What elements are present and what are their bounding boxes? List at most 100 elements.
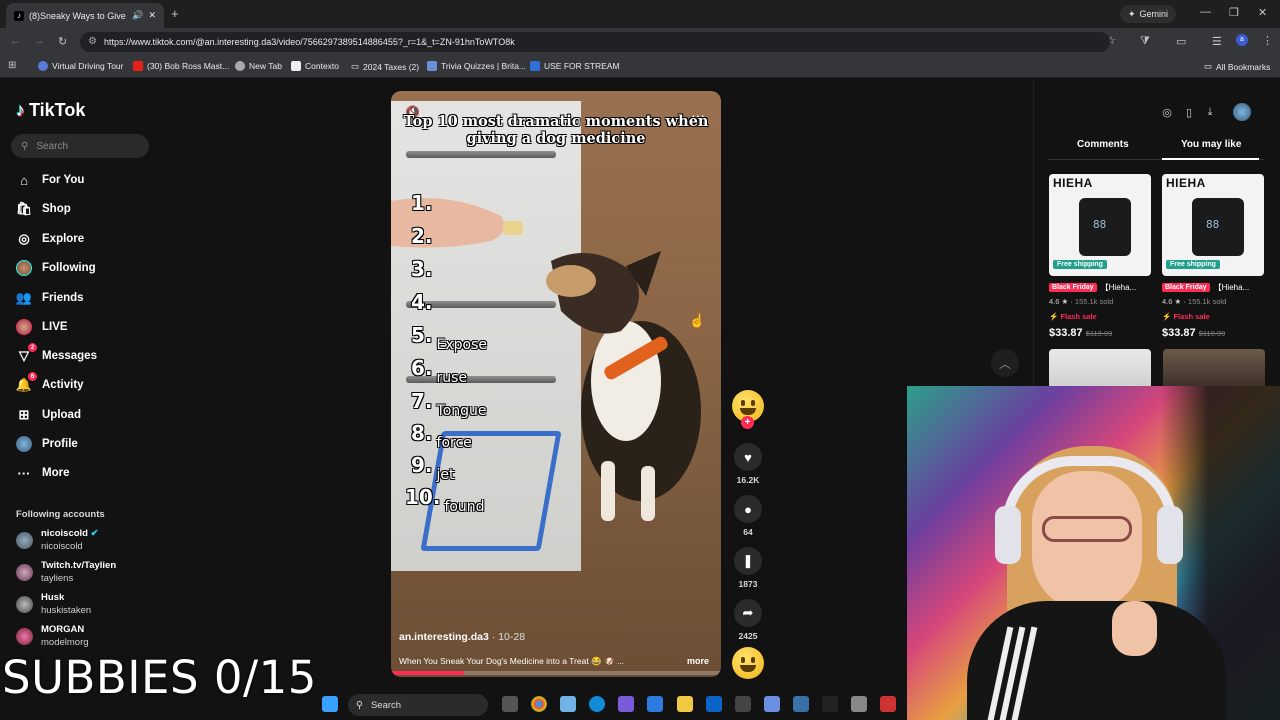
avatar: [16, 628, 33, 645]
explore-icon[interactable]: ◎: [1158, 103, 1176, 121]
profile-avatar-icon[interactable]: a: [1236, 34, 1248, 46]
tab-you-may-like[interactable]: You may like: [1181, 139, 1241, 150]
profile-icon: [16, 436, 32, 452]
product-card[interactable]: HIEHA Free shipping Black Friday【Hieha..…: [1162, 174, 1264, 339]
sound-disc-icon[interactable]: [732, 647, 764, 679]
save-action[interactable]: ❚ 1873: [733, 547, 763, 589]
nav-activity[interactable]: 🔔 6 Activity: [16, 372, 196, 397]
comment-action[interactable]: ● 64: [733, 495, 763, 537]
webcam-overlay: [907, 386, 1280, 720]
store-icon[interactable]: [735, 696, 751, 712]
like-count: 16.2K: [736, 475, 760, 485]
bookmark-trivia[interactable]: Trivia Quizzes | Brita...: [427, 61, 526, 71]
rank-1: 1.: [411, 191, 433, 215]
maximize-icon[interactable]: ❐: [1229, 6, 1239, 19]
headphone-cup: [995, 506, 1021, 564]
reload-icon[interactable]: ↻: [58, 35, 67, 48]
new-tab-button[interactable]: +: [171, 6, 179, 21]
product-thumbnail[interactable]: [1049, 349, 1151, 389]
tab-comments[interactable]: Comments: [1077, 139, 1129, 150]
bookmark-virtual-driving-tour[interactable]: Virtual Driving Tour: [38, 61, 124, 71]
chrome-menu-icon[interactable]: ⋮: [1262, 34, 1273, 47]
app-taskbar-icon[interactable]: [793, 696, 809, 712]
file-explorer-icon[interactable]: [677, 696, 693, 712]
nav-for-you[interactable]: ⌂ For You: [16, 168, 196, 192]
mobile-icon[interactable]: ▯: [1180, 103, 1198, 121]
video-progress-bar[interactable]: [391, 671, 721, 675]
bookmark-contexto[interactable]: Contexto: [291, 61, 339, 71]
nav-upload[interactable]: ⊞ Upload: [16, 403, 196, 427]
nav-shop[interactable]: 🛍 Shop: [16, 197, 196, 221]
bookmark-new-tab[interactable]: New Tab: [235, 61, 282, 71]
account-husk[interactable]: Husk huskistaken: [16, 592, 91, 616]
save-count: 1873: [738, 579, 758, 589]
outlook-icon[interactable]: [706, 696, 722, 712]
app-taskbar-icon[interactable]: [560, 696, 576, 712]
user-avatar-icon[interactable]: [1233, 103, 1251, 121]
search-icon: ⚲: [356, 699, 363, 711]
cast-icon[interactable]: ▭: [1176, 35, 1186, 48]
activity-icon: 🔔 6: [16, 372, 37, 393]
nav-following[interactable]: Following: [16, 256, 196, 280]
bookmark-use-for-stream[interactable]: USE FOR STREAM: [530, 61, 620, 71]
apps-grid-icon[interactable]: ⊞: [8, 60, 16, 71]
browser-tab[interactable]: ♪ (8)Sneaky Ways to Give You 🔊 ✕: [6, 3, 164, 28]
all-bookmarks[interactable]: ▭ All Bookmarks: [1204, 61, 1270, 72]
product-thumbnail[interactable]: [1163, 349, 1265, 389]
nav-friends[interactable]: 👥 Friends: [16, 286, 196, 310]
gemini-label: Gemini: [1139, 9, 1169, 19]
scroll-up-button[interactable]: ︿: [991, 349, 1019, 377]
search-input[interactable]: ⚲ Search: [11, 134, 149, 158]
app-taskbar-icon[interactable]: [851, 696, 867, 712]
windows-start-icon[interactable]: [322, 696, 338, 712]
taskbar-search[interactable]: ⚲ Search: [348, 694, 488, 716]
nav-explore[interactable]: ◎ Explore: [16, 227, 196, 251]
minimize-icon[interactable]: —: [1200, 6, 1211, 18]
forward-icon[interactable]: →: [34, 35, 45, 47]
handle: [406, 151, 556, 158]
account-morgan[interactable]: MORGAN modelmorg: [16, 624, 89, 648]
video-author[interactable]: an.interesting.da3 · 10-28: [399, 631, 525, 643]
share-icon: ➦: [734, 599, 762, 627]
account-nicoiscold[interactable]: nicoiscold ✔ nicoiscold: [16, 528, 99, 552]
tab-audio-icon[interactable]: 🔊: [132, 10, 143, 21]
share-action[interactable]: ➦ 2425: [733, 599, 763, 641]
tab-close-icon[interactable]: ✕: [148, 10, 156, 21]
rank-5: 5. Expose: [411, 323, 488, 353]
video-player[interactable]: 🔇 ··· Top 10 most dramatic moments when …: [391, 91, 721, 677]
product-card[interactable]: HIEHA Free shipping Black Friday【Hieha..…: [1049, 174, 1151, 339]
nav-more[interactable]: ··· More: [16, 461, 196, 485]
app-taskbar-icon[interactable]: [618, 696, 634, 712]
like-action[interactable]: ♥ 16.2K: [733, 443, 763, 485]
task-view-icon[interactable]: [502, 696, 518, 712]
tab-search-icon[interactable]: ☰: [1212, 35, 1222, 48]
app-taskbar-icon[interactable]: [880, 696, 896, 712]
bookmarks-bar: ⊞ Virtual Driving Tour (30) Bob Ross Mas…: [0, 56, 1280, 78]
follow-plus-button[interactable]: +: [741, 416, 754, 429]
app-taskbar-icon[interactable]: [647, 696, 663, 712]
url-field[interactable]: ⚙ https://www.tiktok.com/@an.interesting…: [80, 32, 1110, 52]
more-link[interactable]: more: [687, 656, 709, 666]
progress-fill: [391, 671, 464, 675]
app-taskbar-icon[interactable]: [764, 696, 780, 712]
capcut-icon[interactable]: [822, 696, 838, 712]
extensions-icon[interactable]: ⧩: [1140, 35, 1150, 48]
bookmark-bob-ross[interactable]: (30) Bob Ross Mast...: [133, 61, 229, 71]
tiktok-favicon-icon: ♪: [14, 10, 24, 21]
download-icon[interactable]: ⤓: [1201, 103, 1219, 121]
account-taylien[interactable]: Twitch.tv/Taylien tayliens: [16, 560, 116, 584]
nav-messages[interactable]: ▽ 2 Messages: [16, 343, 196, 368]
active-tab-indicator: [1162, 158, 1259, 160]
chrome-taskbar-icon[interactable]: [531, 696, 547, 712]
gemini-button[interactable]: ✦ Gemini: [1120, 5, 1177, 23]
bookmark-taxes-folder[interactable]: ▭ 2024 Taxes (2): [351, 61, 419, 72]
tiktok-logo[interactable]: ♪ TikTok: [16, 100, 85, 121]
nav-live[interactable]: LIVE: [16, 315, 196, 339]
site-info-icon[interactable]: ⚙: [88, 36, 97, 47]
following-accounts-title: Following accounts: [16, 509, 105, 520]
shop-icon: 🛍: [15, 201, 33, 216]
window-close-icon[interactable]: ✕: [1258, 6, 1267, 19]
nav-profile[interactable]: Profile: [16, 432, 196, 456]
edge-taskbar-icon[interactable]: [589, 696, 605, 712]
back-icon[interactable]: ←: [10, 35, 21, 47]
